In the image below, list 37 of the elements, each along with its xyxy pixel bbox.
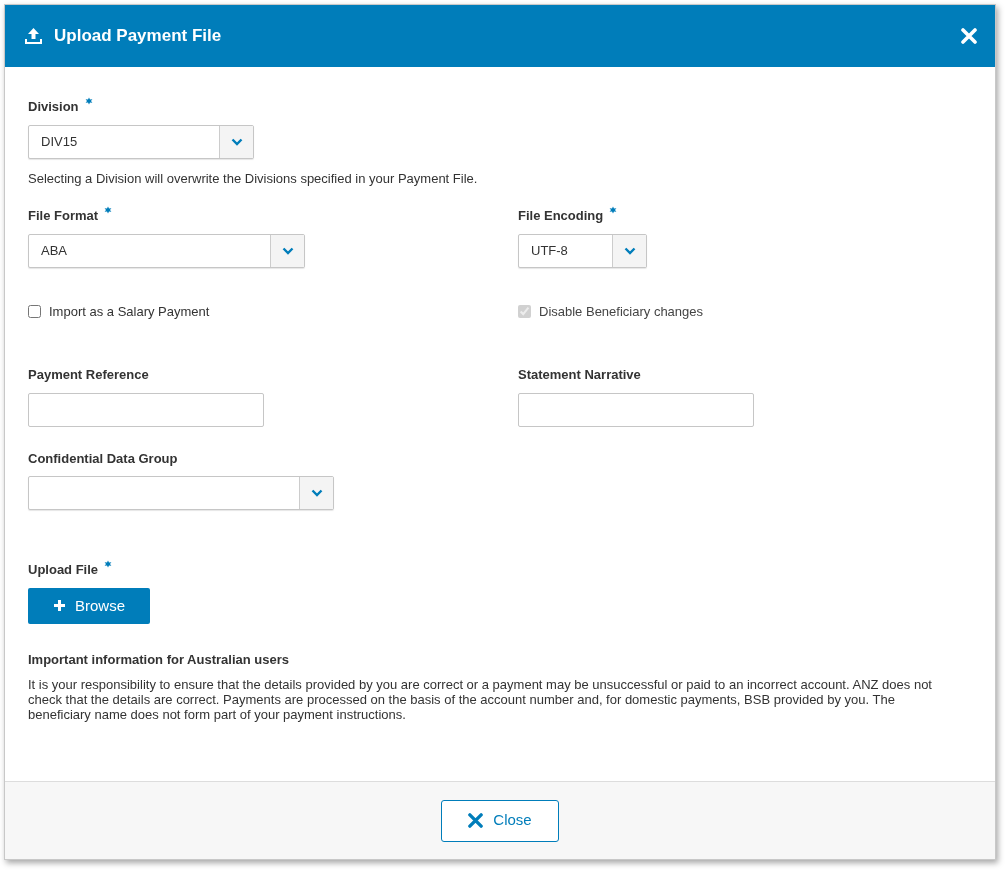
close-icon [468,813,484,828]
checkbox-label: Disable Beneficiary changes [539,302,704,321]
select-value: DIV15 [41,132,78,151]
dropdown-button[interactable] [299,477,333,510]
field-label: File Encoding [518,207,604,225]
checkbox-label: Import as a Salary Payment [49,302,210,321]
browse-button[interactable]: Browse [28,587,150,624]
help-text: Selecting a Division will overwrite the Divisions specified in your Payment File. [28,169,479,188]
select-field[interactable]: UTF-8 [518,233,647,268]
chevron-down-icon [310,489,323,498]
field-label: File Format [28,207,99,225]
chevron-down-icon [623,246,636,255]
field-label: Statement Narrative [518,366,641,385]
select-field[interactable] [28,476,334,511]
select-value: ABA [41,241,67,260]
notice-title: Important information for Australian users [28,650,290,669]
field-label: Confidential Data Group [28,449,178,468]
plus-icon [53,599,66,613]
text-input[interactable] [518,392,754,427]
field-label: Division [28,98,79,116]
field-label: Payment Reference [28,366,149,385]
text-input[interactable] [28,392,264,427]
notice-text: It is your responsibility to ensure that the details provided by you are correct or a payment may be unsuccessful or paid to an incorrect account. ANZ does not check that the details are correct. Payments are processed on the basis of the account number and, for domestic payments, BSB provided by you. The beneficiary name does not form part of your payment instructions. [28,677,933,723]
close-button[interactable]: Close [441,799,559,842]
dialog-title: Upload Payment File [54,25,222,48]
dropdown-button[interactable] [270,234,304,267]
dropdown-button[interactable] [612,234,646,267]
select-value: UTF-8 [531,241,568,260]
upload-icon [25,28,42,44]
dropdown-button[interactable] [219,125,253,158]
chevron-down-icon [230,137,243,146]
close-button[interactable] [961,28,977,44]
field-label: Upload File [28,561,99,580]
chevron-down-icon [281,246,294,255]
select-field[interactable]: ABA [28,233,305,268]
select-field[interactable]: DIV15 [28,124,254,159]
checkbox[interactable] [28,304,41,318]
